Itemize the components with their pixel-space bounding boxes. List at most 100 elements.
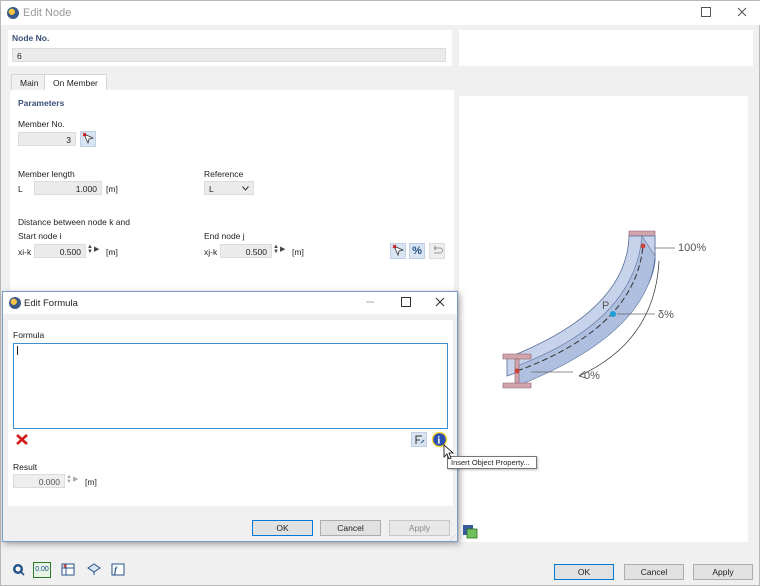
start-node-label: Start node i — [18, 231, 62, 241]
table-icon — [61, 563, 75, 576]
minimize-icon — [366, 301, 374, 303]
start-node-marker — [514, 368, 520, 374]
node-no-label: Node No. — [12, 33, 50, 43]
formula-input[interactable] — [13, 343, 448, 429]
percent-toggle-button[interactable]: % — [409, 243, 425, 259]
pick-position-button[interactable] — [390, 243, 406, 259]
tooltip-insert-object-property: Insert Object Property... — [447, 456, 537, 469]
close-icon — [435, 297, 445, 307]
function-button[interactable] — [411, 432, 427, 447]
view-icon — [463, 525, 478, 539]
curved-beam-diagram: 100% δ% 0% P — [502, 230, 706, 389]
search-icon — [12, 564, 25, 576]
reverse-button[interactable] — [429, 243, 445, 259]
diagram-panel: 100% δ% 0% P — [459, 96, 748, 542]
view-extra-button[interactable] — [462, 523, 478, 539]
undo-arrow-icon — [433, 245, 443, 254]
dialog-cancel-button[interactable]: Cancel — [320, 520, 381, 536]
result-unit: [m] — [85, 477, 97, 487]
maximize-icon — [701, 7, 711, 17]
formula-label: Formula — [13, 330, 45, 340]
formula-panel: Formula i Result 0.000 ▲ ▼ ▶ [m] — [8, 320, 453, 506]
function-icon — [415, 435, 425, 444]
resize-grip[interactable]: ⋰ — [450, 534, 456, 541]
tab-on-member[interactable]: On Member — [44, 74, 107, 90]
result-label: Result — [13, 462, 38, 472]
pick-member-button[interactable] — [80, 131, 96, 147]
result-step-arrow: ▶ — [73, 476, 79, 483]
coordinate-readout[interactable]: 0.00 — [33, 562, 51, 578]
window-title: Edit Node — [23, 7, 72, 19]
display-settings-button[interactable] — [85, 563, 103, 579]
distance-label: Distance between node k and — [18, 217, 130, 227]
member-no-field[interactable]: 3 — [18, 132, 76, 146]
result-spinner: ▲ ▼ — [66, 474, 72, 485]
display-icon — [87, 563, 101, 575]
ok-button[interactable]: OK — [554, 564, 614, 580]
member-length-field: 1.000 — [34, 181, 102, 195]
start-unit: [m] — [106, 247, 118, 257]
edit-formula-dialog: Edit Formula Formula i Result 0.000 ▲ ▼ ▶… — [2, 291, 458, 542]
pick-cursor-icon — [392, 244, 405, 257]
node-no-field[interactable]: 6 — [12, 48, 446, 62]
help-search-button[interactable] — [9, 563, 27, 579]
end-node-label: End node j — [204, 231, 245, 241]
clear-formula-button[interactable] — [15, 433, 29, 446]
apply-button[interactable]: Apply — [693, 564, 753, 580]
reference-label: Reference — [204, 169, 244, 179]
label-0: 0% — [584, 370, 600, 382]
label-p: P — [602, 300, 609, 312]
app-icon — [9, 297, 21, 309]
app-icon — [7, 7, 19, 19]
reference-value: L — [209, 184, 214, 194]
svg-text:i: i — [437, 435, 440, 447]
end-step-arrow[interactable]: ▶ — [280, 246, 285, 253]
formula-icon: f — [111, 563, 125, 576]
dialog-ok-button[interactable]: OK — [252, 520, 313, 536]
node-no-panel: Node No. 6 — [8, 30, 452, 66]
mouse-cursor-icon — [443, 444, 455, 460]
end-distance-field[interactable]: 0.500 — [220, 244, 272, 258]
end-symbol: xj-k — [204, 247, 218, 257]
pick-cursor-icon — [82, 132, 95, 145]
node-p-marker — [610, 311, 616, 317]
parameters-heading: Parameters — [18, 98, 65, 108]
top-flange-end — [628, 230, 656, 237]
dialog-title-bar: Edit Formula — [3, 292, 457, 314]
close-button[interactable] — [731, 5, 753, 21]
node-table-button[interactable] — [59, 563, 77, 579]
start-symbol: xi-k — [18, 247, 32, 257]
length-symbol: L — [18, 184, 23, 194]
dialog-close-button[interactable] — [429, 295, 451, 311]
member-no-label: Member No. — [18, 119, 65, 129]
dialog-title: Edit Formula — [24, 298, 78, 309]
title-bar: Edit Node — [1, 1, 760, 25]
start-flange-top — [502, 353, 532, 360]
cancel-button[interactable]: Cancel — [624, 564, 684, 580]
start-flange-bottom — [502, 382, 532, 389]
tab-main[interactable]: Main — [11, 74, 48, 90]
dialog-maximize-button[interactable] — [395, 295, 417, 311]
end-unit: [m] — [292, 247, 304, 257]
label-delta: δ% — [658, 309, 674, 321]
formula-editor-button[interactable]: f — [109, 563, 127, 579]
text-cursor — [17, 346, 18, 355]
start-step-arrow[interactable]: ▶ — [94, 246, 99, 253]
dialog-minimize-button[interactable] — [359, 295, 381, 311]
length-unit: [m] — [106, 184, 118, 194]
end-node-marker — [640, 243, 646, 249]
end-spinner[interactable]: ▲ ▼ — [273, 244, 279, 255]
node-comment-panel — [459, 30, 753, 66]
dialog-apply-button[interactable]: Apply — [389, 520, 450, 536]
reference-select[interactable]: L — [204, 181, 254, 195]
member-length-label: Member length — [18, 169, 75, 179]
delete-icon — [16, 434, 28, 445]
label-100: 100% — [678, 242, 706, 254]
start-distance-field[interactable]: 0.500 — [34, 244, 86, 258]
maximize-icon — [401, 297, 411, 307]
start-spinner[interactable]: ▲ ▼ — [87, 244, 93, 255]
maximize-button[interactable] — [695, 5, 717, 21]
close-icon — [737, 7, 747, 17]
chevron-down-icon — [242, 186, 249, 191]
result-field: 0.000 — [13, 474, 65, 488]
